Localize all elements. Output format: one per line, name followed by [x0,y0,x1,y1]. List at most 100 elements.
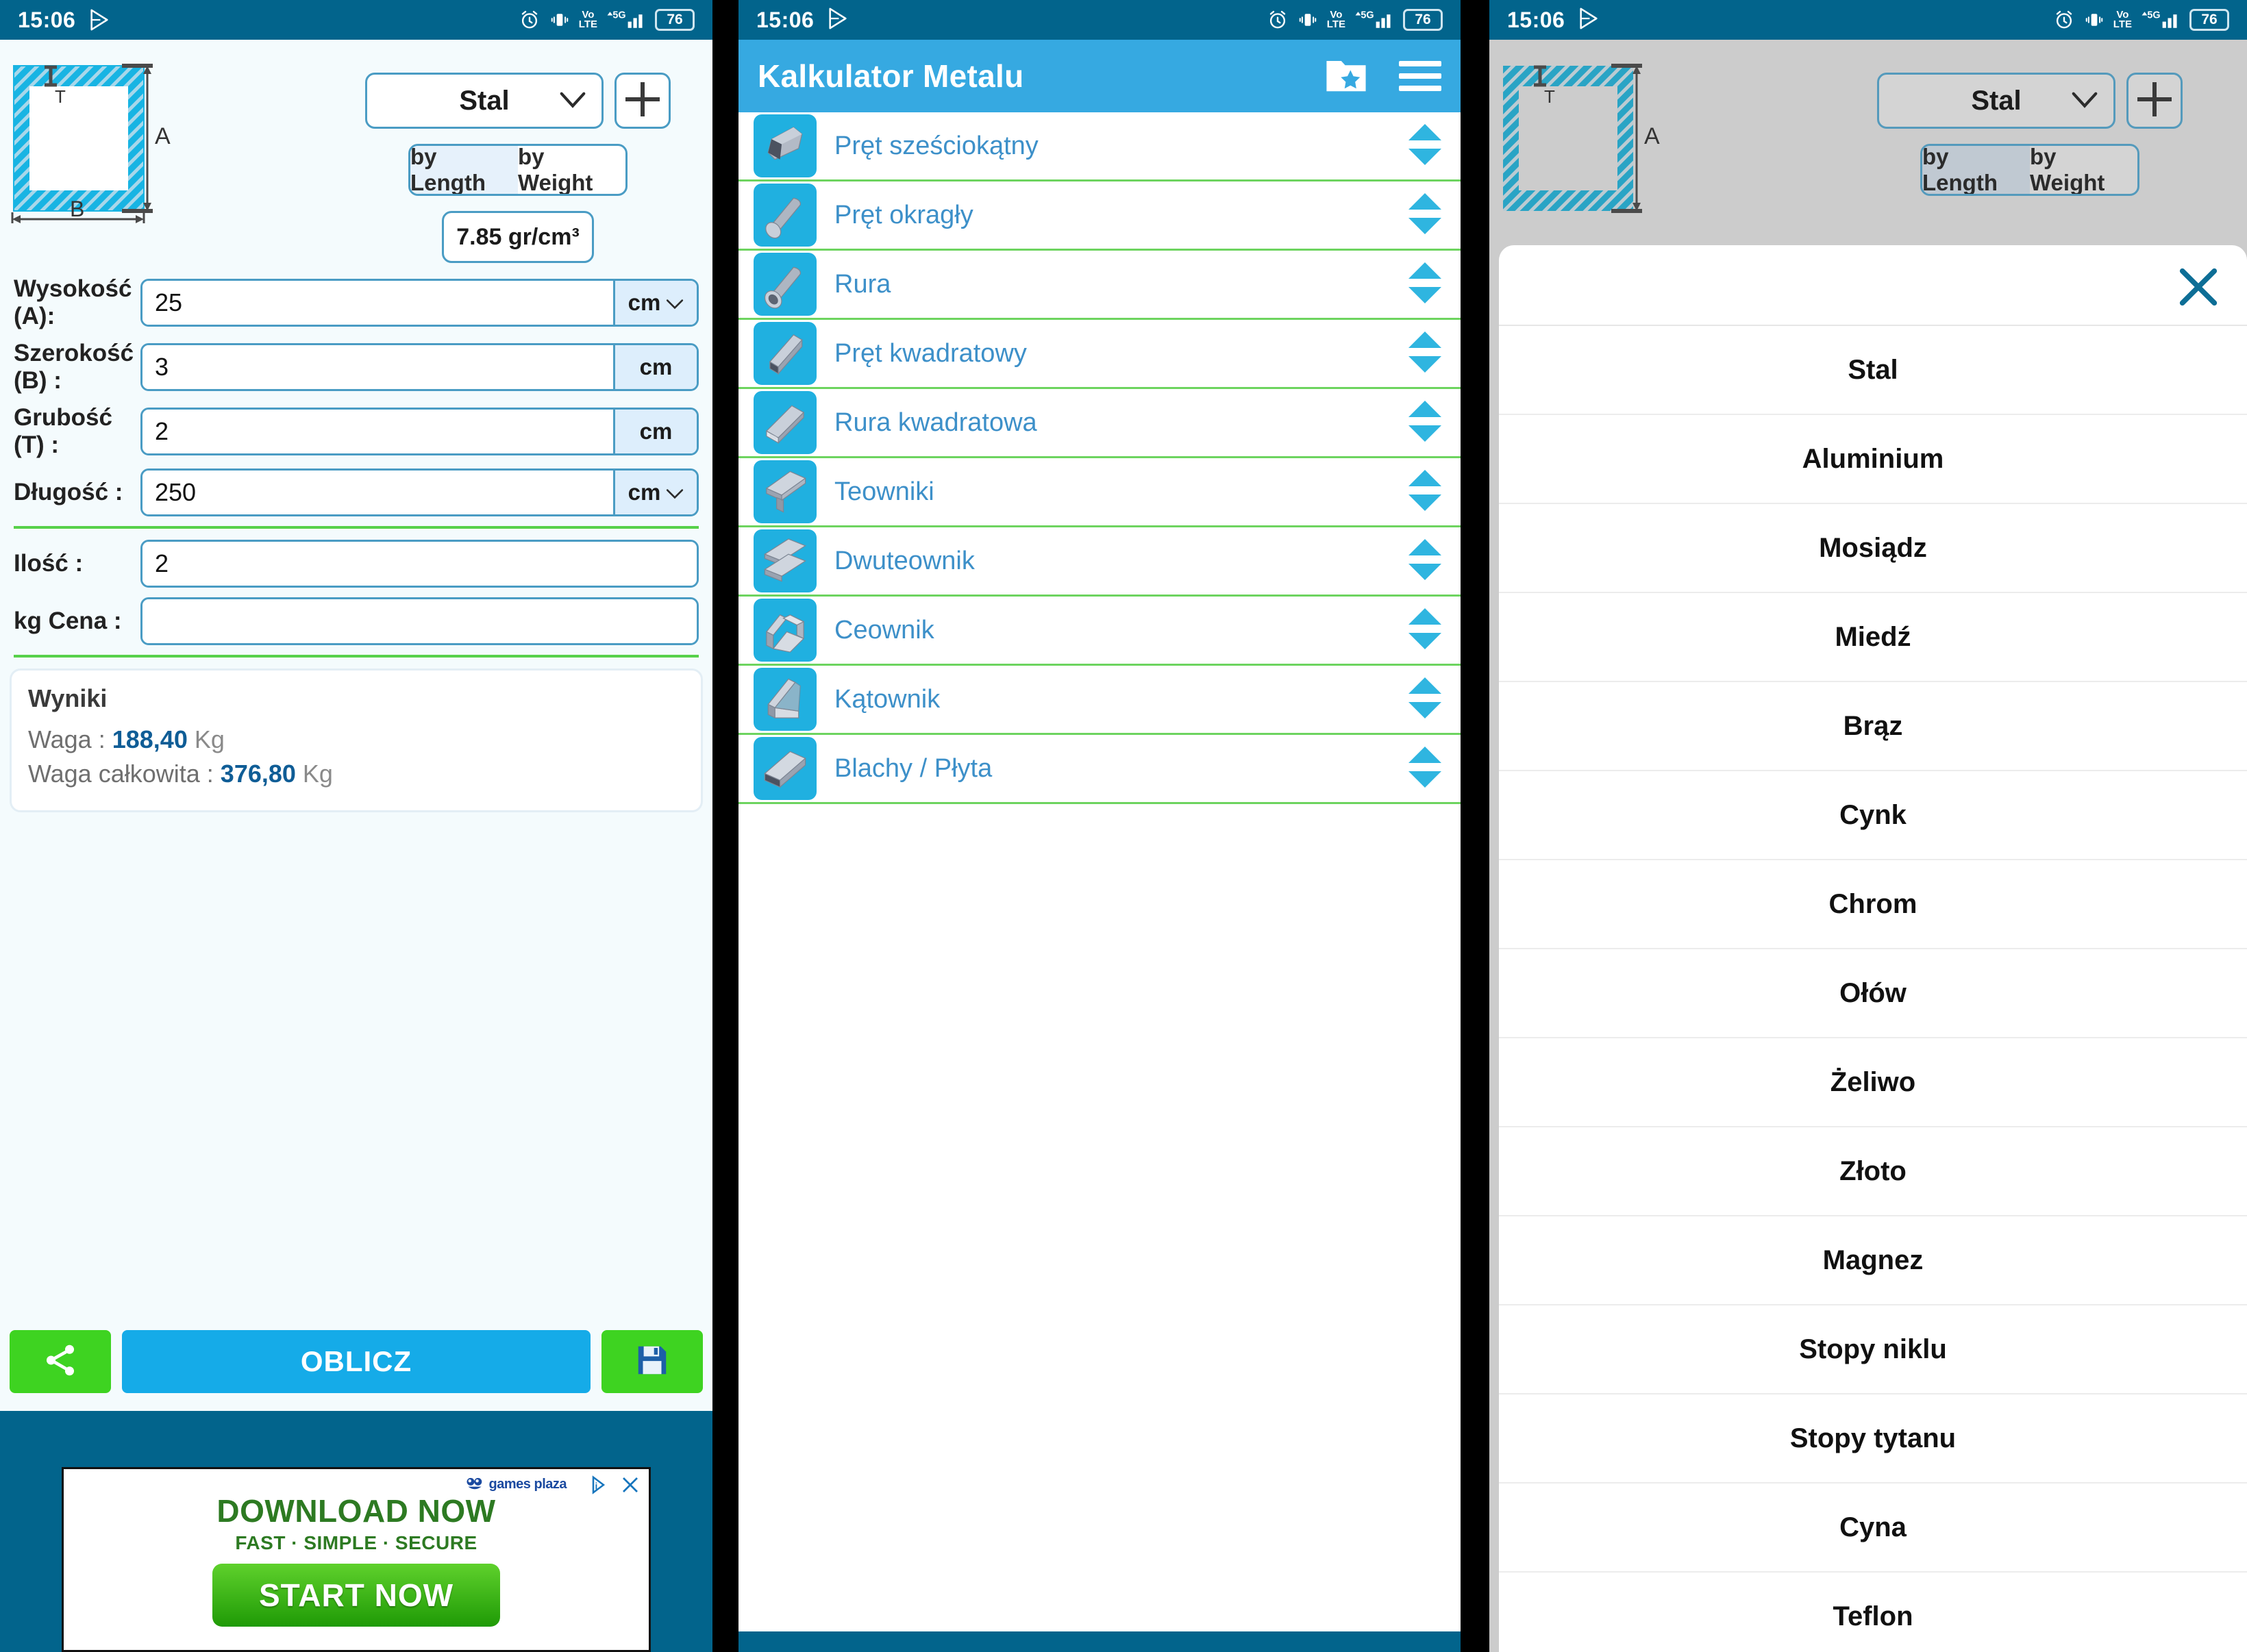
material-option[interactable]: Stal [1499,326,2247,415]
alarm-icon [2053,9,2075,31]
list-item[interactable]: Pręt okragły [738,182,1461,251]
list-item[interactable]: Blachy / Płyta [738,735,1461,804]
material-option[interactable]: Żeliwo [1499,1038,2247,1127]
svg-text:5G: 5G [1361,10,1374,21]
list-item-label: Rura kwadratowa [834,408,1037,437]
plate-icon [754,737,817,800]
three-screenshot-montage: 15:06 Vo LTE 5G 76 T A B Stal by Length … [0,0,2247,1652]
pipe-icon [754,253,817,316]
list-item[interactable]: Kątownik [738,666,1461,735]
material-option[interactable]: Brąz [1499,682,2247,771]
material-select-dimmed[interactable]: Stal [1877,73,2115,129]
sort-updown-icon[interactable] [1407,192,1443,239]
play-store-icon [88,8,111,32]
svg-text:T: T [55,86,66,107]
calculate-button[interactable]: OBLICZ [122,1330,591,1393]
chevron-down-icon [2071,86,2098,116]
add-material-button[interactable] [614,73,671,129]
sort-updown-icon[interactable] [1407,330,1443,377]
input-quantity-value[interactable]: 2 [142,542,697,586]
ad-banner[interactable]: games plaza i DOWNLOAD NOW FAST · SIMPLE… [62,1467,651,1652]
folder-star-icon[interactable] [1322,54,1370,99]
material-option[interactable]: Chrom [1499,860,2247,949]
calculation-mode-toggle[interactable]: by Length by Weight [408,144,628,196]
status-bar-left-3: 15:06 [1507,7,1600,34]
material-option[interactable]: Cynk [1499,771,2247,860]
material-option[interactable]: Aluminium [1499,415,2247,504]
mode-by-weight[interactable]: by Weight [518,146,625,194]
material-option[interactable]: Ołów [1499,949,2247,1038]
clock-time-3: 15:06 [1507,7,1565,32]
material-option[interactable]: Cyna [1499,1484,2247,1573]
hamburger-menu-icon[interactable] [1399,61,1441,91]
panel-gap [712,0,738,1652]
list-item[interactable]: Dwuteownik [738,527,1461,597]
unit-select-height[interactable]: cm [613,281,697,325]
svg-text:5G: 5G [2147,10,2160,21]
share-button[interactable] [10,1330,111,1393]
list-item[interactable]: Ceownik [738,597,1461,666]
field-row-thickness: Grubość (T) : 2 cm [14,404,699,459]
ad-choices-icon[interactable]: i [590,1475,610,1499]
t-beam-icon [754,460,817,523]
ad-cta-button[interactable]: START NOW [212,1564,500,1627]
label-length: Długość : [14,479,123,505]
sort-updown-icon[interactable] [1407,261,1443,308]
input-length-value[interactable]: 250 [142,471,613,514]
sort-updown-icon[interactable] [1407,745,1443,792]
mode-by-weight-dimmed[interactable]: by Weight [2030,146,2137,194]
list-item[interactable]: Rura [738,251,1461,320]
close-icon[interactable] [620,1475,641,1499]
material-select-value: Stal [459,85,510,116]
round-bar-icon [754,184,817,247]
result-total: Waga całkowita : 376,80 Kg [28,760,684,788]
sort-updown-icon[interactable] [1407,607,1443,654]
app-bar-actions [1322,54,1441,99]
material-option[interactable]: Stopy niklu [1499,1305,2247,1394]
svg-text:i: i [595,1481,598,1491]
list-item-label: Blachy / Płyta [834,753,993,783]
material-option[interactable]: Stopy tytanu [1499,1394,2247,1484]
material-option[interactable]: Teflon [1499,1573,2247,1652]
list-item[interactable]: Pręt sześciokątny [738,112,1461,182]
input-quantity[interactable]: 2 [140,540,699,588]
input-price-value[interactable] [142,599,697,643]
input-height[interactable]: 25 cm [140,279,699,327]
density-field[interactable]: 7.85 gr/cm³ [442,211,594,263]
list-item[interactable]: Pręt kwadratowy [738,320,1461,389]
unit-thickness: cm [613,410,697,453]
material-select[interactable]: Stal [365,73,604,129]
sort-updown-icon[interactable] [1407,676,1443,723]
list-item-label: Ceownik [834,615,934,644]
input-thickness-value[interactable]: 2 [142,410,613,453]
status-bar-left-2: 15:06 [756,7,849,34]
list-item[interactable]: Teowniki [738,458,1461,527]
unit-select-length[interactable]: cm [613,471,697,514]
material-option[interactable]: Miedź [1499,593,2247,682]
panel-gap-2 [1461,0,1489,1652]
sort-updown-icon[interactable] [1407,538,1443,585]
app-title: Kalkulator Metalu [758,58,1024,94]
input-width-value[interactable]: 3 [142,345,613,389]
material-option[interactable]: Mosiądz [1499,504,2247,593]
material-option[interactable]: Magnez [1499,1216,2247,1305]
input-length[interactable]: 250 cm [140,468,699,516]
material-row: Stal [365,73,671,129]
mode-by-length-dimmed[interactable]: by Length [1922,146,2030,194]
mode-by-length[interactable]: by Length [410,146,518,194]
input-price[interactable] [140,597,699,645]
material-option[interactable]: Złoto [1499,1127,2247,1216]
sort-updown-icon[interactable] [1407,123,1443,170]
sort-updown-icon[interactable] [1407,399,1443,447]
add-material-button-dimmed[interactable] [2126,73,2183,129]
status-bar-2: 15:06 Vo LTE 5G 76 [738,0,1461,40]
input-width[interactable]: 3 cm [140,343,699,391]
sort-updown-icon[interactable] [1407,468,1443,516]
close-icon[interactable] [2174,263,2222,314]
input-thickness[interactable]: 2 cm [140,408,699,455]
list-item[interactable]: Rura kwadratowa [738,389,1461,458]
calculation-mode-toggle-dimmed[interactable]: by Length by Weight [1920,144,2139,196]
input-height-value[interactable]: 25 [142,281,613,325]
plus-icon [2134,79,2175,123]
save-button[interactable] [601,1330,703,1393]
